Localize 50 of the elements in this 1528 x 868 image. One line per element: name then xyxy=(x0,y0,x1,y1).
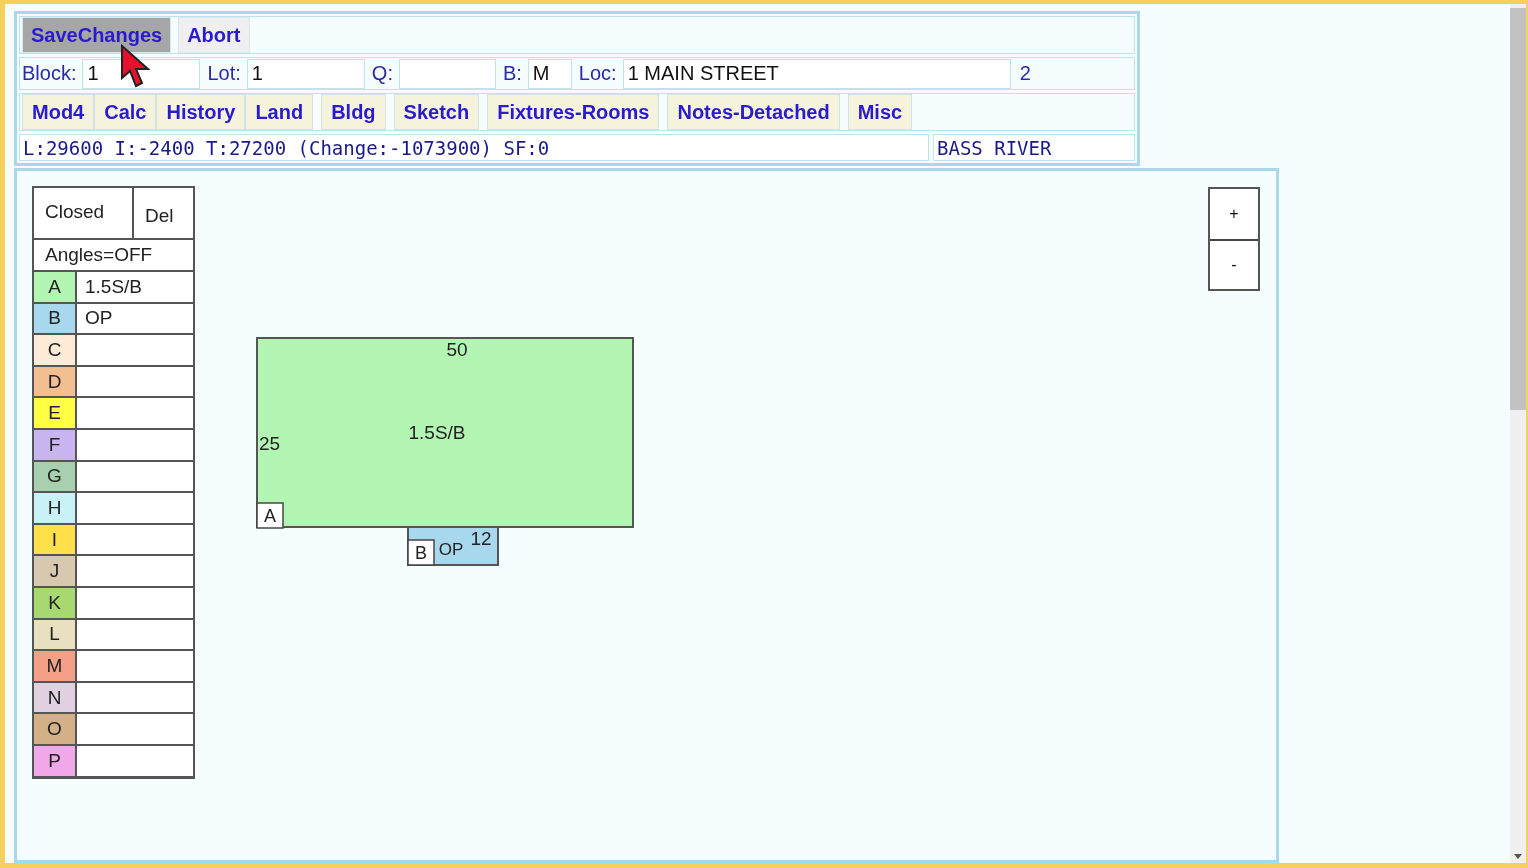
area-letter[interactable]: F xyxy=(34,429,77,460)
area-label: OP xyxy=(438,540,464,559)
area-letter[interactable]: M xyxy=(34,651,77,681)
area-letter[interactable]: E xyxy=(34,398,77,428)
field-label: B: xyxy=(502,62,522,85)
area-name-cell[interactable]: 1.5S/B xyxy=(77,272,193,302)
toolbar-button[interactable]: Abort xyxy=(178,17,250,53)
toolbar-button[interactable]: SaveChanges xyxy=(22,17,172,53)
area-letter[interactable]: G xyxy=(34,461,77,492)
field-label: Q: xyxy=(371,62,393,85)
nav-tab[interactable]: Notes-Detached xyxy=(667,94,840,130)
input-field[interactable]: 1 xyxy=(246,58,365,89)
area-letter[interactable]: I xyxy=(34,524,77,555)
area-letter[interactable]: L xyxy=(34,619,77,650)
scrollbar[interactable] xyxy=(1510,4,1528,863)
dimension-label: 50 xyxy=(446,339,468,360)
input-field[interactable]: 1 MAIN STREET xyxy=(622,58,1011,89)
town-name: BASS RIVER xyxy=(933,134,1135,161)
nav-tab[interactable]: Fixtures-Rooms xyxy=(487,94,660,130)
area-letter[interactable]: K xyxy=(34,587,77,618)
area-letter[interactable]: A xyxy=(34,272,77,302)
area-name-cell[interactable]: OP xyxy=(77,303,193,334)
area-tag[interactable]: A xyxy=(256,502,284,529)
area-letter[interactable]: B xyxy=(34,303,77,334)
nav-tab[interactable]: Land xyxy=(245,94,314,130)
nav-tab[interactable]: Sketch xyxy=(393,94,480,130)
area-letter[interactable]: H xyxy=(34,493,77,523)
field-label: Loc: xyxy=(578,62,617,85)
area-letter[interactable]: N xyxy=(34,682,77,713)
area-letter[interactable]: O xyxy=(34,714,77,744)
card-number: 2 xyxy=(1019,62,1031,85)
dimension-label: 12 xyxy=(470,528,492,549)
area-letter[interactable]: C xyxy=(34,335,77,365)
input-field[interactable]: M xyxy=(527,58,572,89)
nav-tab[interactable]: Bldg xyxy=(321,94,386,130)
area-letter[interactable]: P xyxy=(34,745,77,776)
nav-tab[interactable]: Misc xyxy=(847,94,913,130)
field-label: Lot: xyxy=(207,62,241,85)
sketch-area[interactable] xyxy=(256,337,634,528)
area-tag[interactable]: B xyxy=(407,539,435,566)
area-letter[interactable]: J xyxy=(34,556,77,586)
field-label: Block: xyxy=(22,62,77,85)
input-field[interactable] xyxy=(398,58,496,89)
nav-tab[interactable]: Calc xyxy=(94,94,157,130)
valuation-status: L:29600 I:-2400 T:27200 (Change:-1073900) SF:0 xyxy=(19,134,929,161)
nav-tab[interactable]: Mod4 xyxy=(22,94,95,130)
nav-tab[interactable]: History xyxy=(156,94,246,130)
area-label: 1.5S/B xyxy=(408,422,466,443)
area-letter[interactable]: D xyxy=(34,366,77,397)
dimension-label: 25 xyxy=(259,433,281,454)
